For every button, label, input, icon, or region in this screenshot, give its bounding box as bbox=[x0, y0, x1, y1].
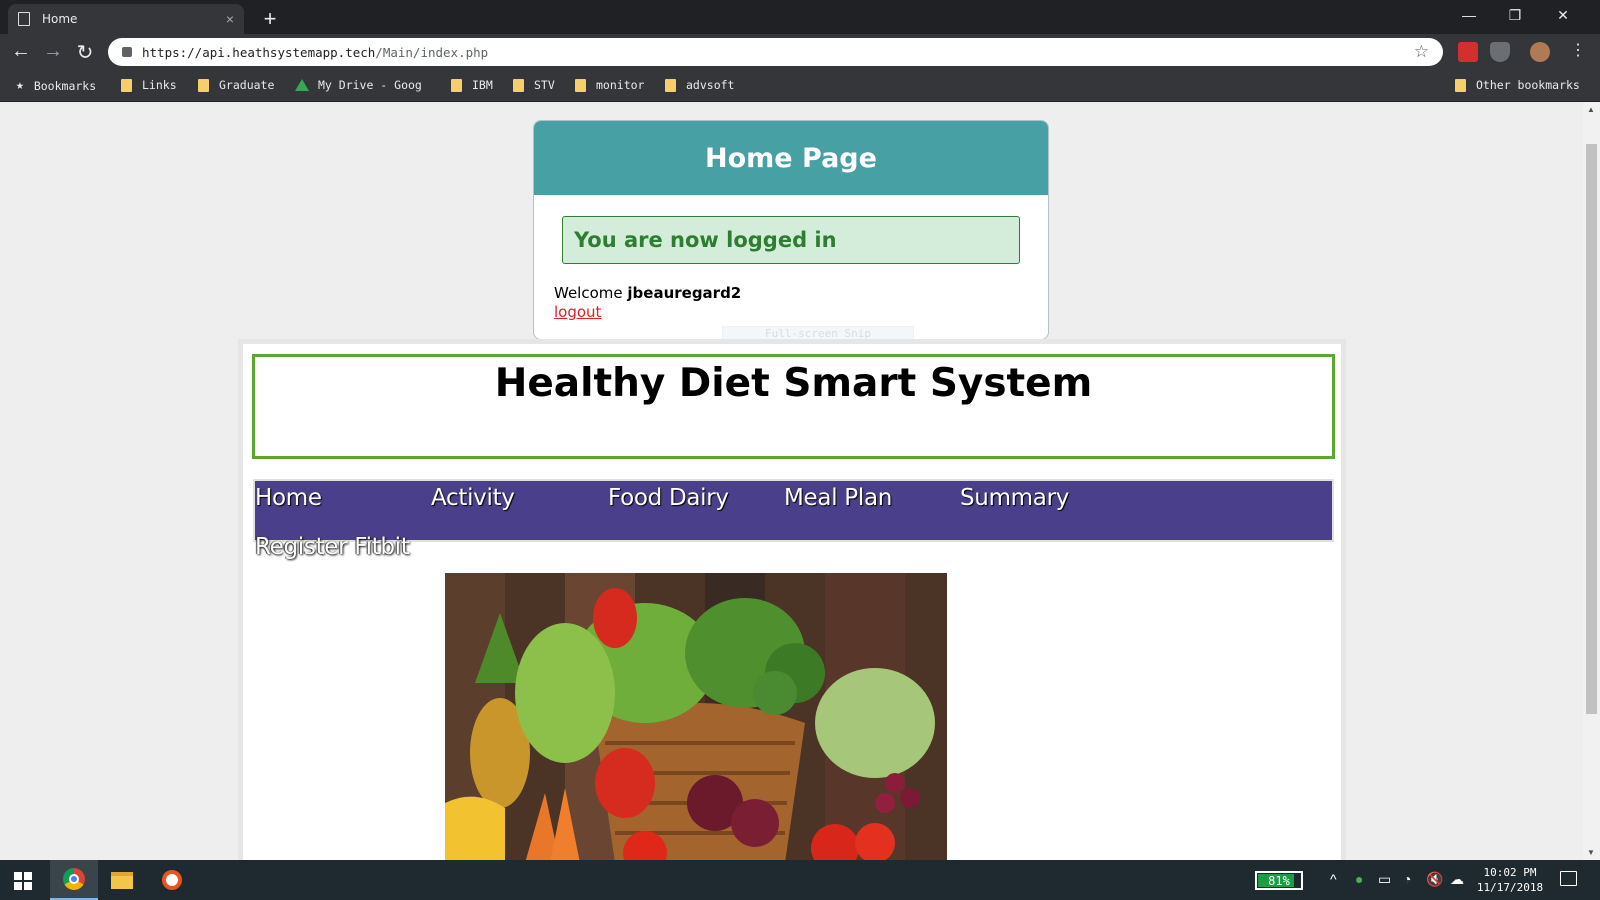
clock-time: 10:02 PM bbox=[1483, 866, 1537, 879]
folder-icon bbox=[121, 78, 132, 92]
logout-link[interactable]: logout bbox=[554, 303, 601, 321]
scroll-down-icon[interactable]: ▼ bbox=[1587, 848, 1595, 857]
tab-close-icon[interactable]: × bbox=[226, 11, 234, 27]
card-header: Home Page bbox=[534, 121, 1048, 195]
system-clock[interactable]: 10:02 PM 11/17/2018 bbox=[1470, 865, 1550, 895]
url-host: https://api.heathsystemapp.tech bbox=[142, 44, 376, 60]
vegetable-illustration bbox=[445, 573, 947, 860]
wifi-icon[interactable]: ◔ bbox=[1403, 871, 1411, 887]
lock-icon bbox=[122, 47, 132, 57]
chevron-up-icon[interactable]: ^ bbox=[1330, 871, 1337, 887]
site-title: Healthy Diet Smart System bbox=[494, 361, 1093, 406]
welcome-prefix: Welcome bbox=[554, 284, 628, 302]
notification-icon[interactable] bbox=[1560, 871, 1577, 886]
cloud-icon[interactable]: ☁ bbox=[1450, 871, 1464, 888]
profile-avatar[interactable] bbox=[1530, 42, 1550, 62]
url-text[interactable]: https://api.heathsystemapp.tech/Main/ind… bbox=[142, 45, 1414, 60]
page-viewport: Home Page You are now logged in Welcome … bbox=[0, 102, 1583, 860]
bookmark-item[interactable]: monitor bbox=[575, 78, 644, 92]
other-bookmarks[interactable]: Other bookmarks bbox=[1455, 78, 1580, 92]
address-bar[interactable]: https://api.heathsystemapp.tech/Main/ind… bbox=[108, 38, 1443, 66]
page-title: Home Page bbox=[705, 142, 877, 174]
main-panel: Healthy Diet Smart System Home Activity … bbox=[238, 339, 1346, 860]
battery-icon[interactable]: ▭ bbox=[1378, 871, 1391, 888]
bookmark-label: Bookmarks bbox=[33, 78, 97, 93]
vertical-scrollbar[interactable]: ▲ ▼ bbox=[1583, 102, 1600, 860]
taskbar-chrome[interactable] bbox=[50, 860, 98, 900]
folder-icon bbox=[198, 78, 209, 92]
volume-muted-icon[interactable]: 🔇 bbox=[1426, 871, 1443, 888]
taskbar-file-explorer[interactable] bbox=[98, 860, 146, 900]
bookmark-item[interactable]: IBM bbox=[451, 78, 493, 92]
tab-home[interactable]: Home × bbox=[8, 4, 244, 34]
bookmark-item[interactable]: Links bbox=[121, 78, 177, 92]
site-title-box: Healthy Diet Smart System bbox=[252, 354, 1335, 459]
nav-register-fitbit[interactable]: Register Fitbit bbox=[255, 534, 410, 560]
home-page-card: Home Page You are now logged in Welcome … bbox=[533, 120, 1049, 340]
star-icon: ★ bbox=[16, 78, 24, 93]
folder-icon bbox=[665, 78, 676, 92]
bookmark-item[interactable]: advsoft bbox=[665, 78, 734, 92]
app-tray-icon[interactable]: ● bbox=[1355, 871, 1363, 887]
nav-home[interactable]: Home bbox=[255, 485, 322, 511]
folder-icon bbox=[1455, 78, 1466, 92]
bookmark-label: Links bbox=[142, 78, 177, 92]
bookmark-label: My Drive - Goog bbox=[318, 78, 422, 92]
google-drive-icon bbox=[295, 79, 309, 91]
browser-toolbar: ← → ↻ https://api.heathsystemapp.tech/Ma… bbox=[0, 34, 1600, 70]
clock-date: 11/17/2018 bbox=[1476, 881, 1544, 894]
folder-icon bbox=[111, 871, 133, 889]
nav-summary[interactable]: Summary bbox=[960, 485, 1069, 511]
new-tab-button[interactable]: + bbox=[258, 6, 282, 32]
snip-overlay: Full-screen Snip bbox=[722, 326, 914, 339]
bookmark-label: Graduate bbox=[219, 78, 275, 92]
battery-indicator[interactable]: 81% bbox=[1255, 871, 1303, 890]
folder-icon bbox=[575, 78, 586, 92]
url-path: /Main/index.php bbox=[375, 44, 489, 60]
login-success-alert: You are now logged in bbox=[562, 216, 1020, 264]
vegetable-basket-image bbox=[445, 573, 947, 860]
nav-activity[interactable]: Activity bbox=[431, 485, 515, 511]
bookmark-label: Other bookmarks bbox=[1476, 78, 1580, 92]
windows-start-icon[interactable] bbox=[14, 872, 32, 890]
chrome-icon bbox=[63, 868, 85, 890]
battery-percent: 81% bbox=[1268, 874, 1290, 888]
menu-icon[interactable]: ⋮ bbox=[1566, 40, 1590, 60]
back-button[interactable]: ← bbox=[9, 40, 33, 63]
forward-button[interactable]: → bbox=[41, 40, 65, 63]
bookmark-item[interactable]: Graduate bbox=[198, 78, 274, 92]
extension-icon[interactable] bbox=[1458, 42, 1478, 62]
welcome-text: Welcome jbeauregard2 bbox=[554, 284, 741, 302]
scroll-up-icon[interactable]: ▲ bbox=[1587, 105, 1595, 114]
username: jbeauregard2 bbox=[627, 284, 742, 302]
main-nav: Home Activity Food Dairy Meal Plan Summa… bbox=[253, 479, 1334, 560]
bookmark-label: IBM bbox=[472, 78, 493, 92]
taskbar-ubuntu[interactable] bbox=[148, 860, 196, 900]
page-icon bbox=[18, 12, 30, 26]
nav-food-dairy[interactable]: Food Dairy bbox=[608, 485, 729, 511]
bookmark-item[interactable]: ★ Bookmarks bbox=[16, 78, 96, 93]
bookmark-label: STV bbox=[534, 78, 555, 92]
scrollbar-thumb[interactable] bbox=[1586, 144, 1597, 714]
restore-button[interactable]: ❐ bbox=[1492, 0, 1538, 30]
browser-titlebar: Home × + — ❐ ✕ bbox=[0, 0, 1600, 34]
windows-taskbar: 81% ^ ● ▭ ◔ 🔇 ☁ 10:02 PM 11/17/2018 bbox=[0, 860, 1600, 900]
minimize-button[interactable]: — bbox=[1446, 0, 1492, 30]
close-window-button[interactable]: ✕ bbox=[1540, 0, 1586, 30]
folder-icon bbox=[513, 78, 524, 92]
bookmarks-bar: ★ Bookmarks Links Graduate My Drive - Goo… bbox=[0, 70, 1600, 102]
ubuntu-icon bbox=[162, 870, 182, 890]
bookmark-label: advsoft bbox=[686, 78, 735, 92]
bookmark-label: monitor bbox=[596, 78, 645, 92]
tab-title: Home bbox=[42, 12, 78, 26]
success-message: You are now logged in bbox=[574, 228, 837, 252]
bookmark-item[interactable]: My Drive - Goog bbox=[295, 78, 422, 92]
bookmark-item[interactable]: STV bbox=[513, 78, 555, 92]
reload-button[interactable]: ↻ bbox=[73, 40, 97, 65]
bookmark-star-icon[interactable]: ☆ bbox=[1414, 42, 1429, 62]
folder-icon bbox=[451, 78, 462, 92]
ublock-shield-icon[interactable] bbox=[1490, 42, 1510, 62]
nav-meal-plan[interactable]: Meal Plan bbox=[784, 485, 892, 511]
